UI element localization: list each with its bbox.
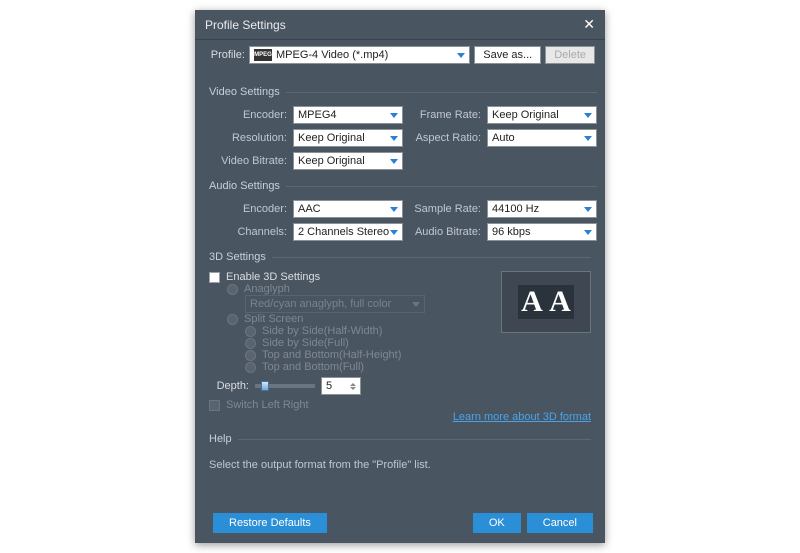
slider-thumb[interactable] — [261, 381, 269, 391]
anaglyph-label: Anaglyph — [244, 283, 290, 295]
profile-select[interactable]: MPEG MPEG-4 Video (*.mp4) — [249, 46, 470, 64]
video-legend: Video Settings — [209, 86, 286, 98]
video-settings-group: Video Settings Encoder: MPEG4 Frame Rate… — [209, 86, 597, 170]
depth-label: Depth: — [209, 380, 249, 392]
cancel-button[interactable]: Cancel — [527, 513, 593, 533]
video-bitrate-label: Video Bitrate: — [209, 155, 287, 167]
delete-button: Delete — [545, 46, 595, 64]
audio-encoder-label: Encoder: — [209, 203, 287, 215]
mpeg-format-icon: MPEG — [254, 49, 272, 61]
sample-rate-select[interactable]: 44100 Hz — [487, 200, 597, 218]
chevron-up-icon[interactable] — [350, 383, 356, 386]
audio-legend: Audio Settings — [209, 180, 286, 192]
titlebar: Profile Settings ✕ — [195, 10, 605, 40]
depth-stepper[interactable]: 5 — [321, 377, 361, 395]
save-as-button[interactable]: Save as... — [474, 46, 541, 64]
preview-left-a: A — [518, 285, 546, 319]
3d-legend: 3D Settings — [209, 251, 272, 263]
chevron-down-icon[interactable] — [350, 387, 356, 390]
frame-rate-select[interactable]: Keep Original — [487, 106, 597, 124]
sbs-half-label: Side by Side(Half-Width) — [262, 325, 382, 337]
video-bitrate-select[interactable]: Keep Original — [293, 152, 403, 170]
help-group: Help Select the output format from the "… — [209, 433, 591, 489]
audio-bitrate-label: Audio Bitrate: — [409, 226, 481, 238]
video-encoder-select[interactable]: MPEG4 — [293, 106, 403, 124]
aspect-ratio-label: Aspect Ratio: — [409, 132, 481, 144]
learn-more-link[interactable]: Learn more about 3D format — [209, 411, 591, 423]
depth-slider[interactable] — [255, 384, 315, 388]
enable-3d-checkbox[interactable] — [209, 272, 220, 283]
sbs-full-label: Side by Side(Full) — [262, 337, 349, 349]
tb-half-label: Top and Bottom(Half-Height) — [262, 349, 401, 361]
audio-settings-group: Audio Settings Encoder: AAC Sample Rate:… — [209, 180, 597, 241]
switch-lr-label: Switch Left Right — [226, 399, 309, 411]
video-encoder-label: Encoder: — [209, 109, 287, 121]
ok-button[interactable]: OK — [473, 513, 521, 533]
close-icon[interactable]: ✕ — [583, 16, 595, 33]
3d-preview: A A — [501, 271, 591, 333]
sample-rate-label: Sample Rate: — [409, 203, 481, 215]
chevron-down-icon — [584, 113, 592, 118]
enable-3d-label: Enable 3D Settings — [226, 271, 320, 283]
tb-half-radio — [245, 350, 256, 361]
switch-lr-checkbox — [209, 400, 220, 411]
dialog-title: Profile Settings — [205, 18, 286, 32]
chevron-down-icon — [584, 207, 592, 212]
help-legend: Help — [209, 433, 238, 445]
frame-rate-label: Frame Rate: — [409, 109, 481, 121]
chevron-down-icon — [584, 230, 592, 235]
audio-encoder-select[interactable]: AAC — [293, 200, 403, 218]
dialog-footer: Restore Defaults OK Cancel — [195, 505, 605, 543]
help-text: Select the output format from the "Profi… — [209, 459, 591, 471]
channels-select[interactable]: 2 Channels Stereo — [293, 223, 403, 241]
split-screen-radio — [227, 314, 238, 325]
chevron-down-icon — [390, 207, 398, 212]
sbs-full-radio — [245, 338, 256, 349]
resolution-label: Resolution: — [209, 132, 287, 144]
split-screen-label: Split Screen — [244, 313, 303, 325]
tb-full-label: Top and Bottom(Full) — [262, 361, 364, 373]
profile-settings-dialog: Profile Settings ✕ Profile: MPEG MPEG-4 … — [195, 10, 605, 543]
restore-defaults-button[interactable]: Restore Defaults — [213, 513, 327, 533]
chevron-down-icon — [390, 230, 398, 235]
chevron-down-icon — [390, 113, 398, 118]
channels-label: Channels: — [209, 226, 287, 238]
profile-value: MPEG-4 Video (*.mp4) — [276, 49, 388, 61]
chevron-down-icon — [457, 53, 465, 58]
anaglyph-radio — [227, 284, 238, 295]
chevron-down-icon — [390, 159, 398, 164]
chevron-down-icon — [584, 136, 592, 141]
tb-full-radio — [245, 362, 256, 373]
profile-label: Profile: — [205, 49, 245, 61]
chevron-down-icon — [390, 136, 398, 141]
dialog-body: Video Settings Encoder: MPEG4 Frame Rate… — [195, 70, 605, 505]
resolution-select[interactable]: Keep Original — [293, 129, 403, 147]
audio-bitrate-select[interactable]: 96 kbps — [487, 223, 597, 241]
chevron-down-icon — [412, 302, 420, 307]
3d-settings-group: 3D Settings Enable 3D Settings Anaglyph … — [209, 251, 591, 423]
sbs-half-radio — [245, 326, 256, 337]
aspect-ratio-select[interactable]: Auto — [487, 129, 597, 147]
preview-right-a: A — [546, 285, 574, 319]
anaglyph-mode-select: Red/cyan anaglyph, full color — [245, 295, 425, 313]
profile-row: Profile: MPEG MPEG-4 Video (*.mp4) Save … — [195, 40, 605, 70]
